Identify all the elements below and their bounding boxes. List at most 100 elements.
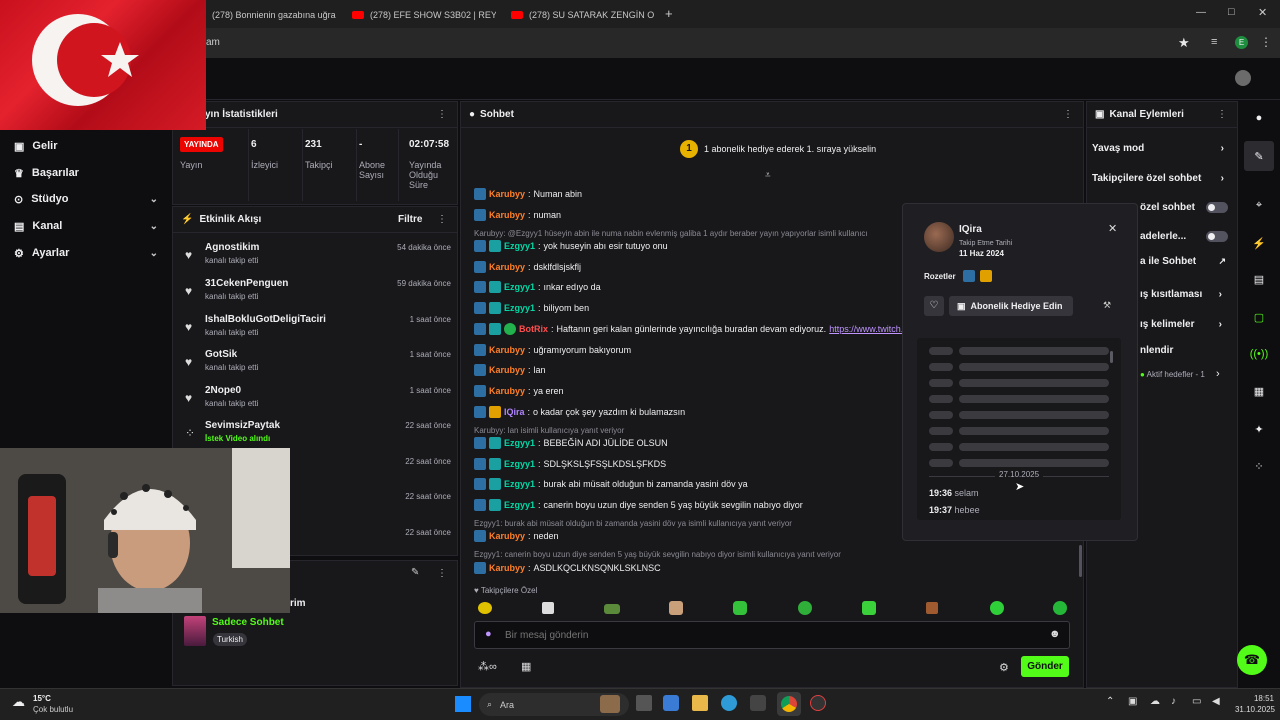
chat-scrollbar[interactable] bbox=[1079, 545, 1082, 577]
action-followers-only[interactable]: Takipçilere özel sohbet › bbox=[1092, 165, 1230, 191]
browser-tab[interactable]: (278) SU SATARAK ZENGİN OL✕ bbox=[505, 4, 655, 26]
reply-context[interactable]: Ezgyy1: canerin boyu uzun diye senden 5 … bbox=[474, 550, 904, 559]
action-row[interactable]: a ile Sohbet ↗ bbox=[1140, 248, 1228, 274]
chat-username[interactable]: Ezgyy1 bbox=[504, 500, 535, 510]
network-icon[interactable]: ▭ bbox=[1192, 696, 1201, 707]
emote-icon[interactable] bbox=[926, 602, 938, 614]
info-icon[interactable]: ● bbox=[1244, 103, 1274, 133]
chat-message[interactable]: Karubyy: neden bbox=[474, 529, 904, 543]
chat-link[interactable]: https://www.twitch.tv bbox=[829, 324, 904, 334]
emote-icon[interactable] bbox=[862, 601, 876, 615]
store-icon[interactable]: ▦ bbox=[521, 660, 531, 673]
chat-username[interactable]: BotRix bbox=[519, 324, 548, 334]
nav-item-basarilar[interactable]: ♛ Başarılar bbox=[0, 160, 172, 186]
follow-heart-button[interactable]: ♡ bbox=[924, 296, 944, 316]
toggle-switch[interactable] bbox=[1206, 230, 1228, 242]
obs-icon[interactable] bbox=[810, 695, 826, 711]
chat-username[interactable]: Karubyy bbox=[489, 563, 525, 573]
chat-username[interactable]: Ezgyy1 bbox=[504, 241, 535, 251]
chevron-right-icon[interactable]: › bbox=[1216, 368, 1220, 380]
windows-start-icon[interactable] bbox=[455, 696, 471, 712]
clock-date[interactable]: 31.10.2025 bbox=[1225, 705, 1275, 714]
action-slow-mode[interactable]: Yavaş mod › bbox=[1092, 135, 1230, 161]
chat-username[interactable]: Ezgyy1 bbox=[504, 438, 535, 448]
activity-item[interactable]: ♥ IshalBokluGotDeligiTaciri kanalı takip… bbox=[183, 312, 451, 348]
support-icon[interactable]: ☎ bbox=[1237, 645, 1267, 675]
activity-item[interactable]: ♥ Agnostikim kanalı takip etti 54 dakika… bbox=[183, 240, 451, 276]
reply-context[interactable]: Ezgyy1: burak abi müsait olduğun bi zama… bbox=[474, 519, 904, 528]
chat-message[interactable]: Karubyy: numan bbox=[474, 208, 904, 222]
edit-stream-icon[interactable]: ✎ bbox=[1244, 141, 1274, 171]
send-button[interactable]: Gönder bbox=[1021, 656, 1069, 677]
chat-message[interactable]: Ezgyy1: yok huseyin abı esir tutuyo onu bbox=[474, 239, 904, 253]
close-window-button[interactable]: ✕ bbox=[1258, 6, 1267, 19]
bookmark-star-icon[interactable]: ★ bbox=[1178, 35, 1190, 51]
chat-message[interactable]: Ezgyy1: ınkar edıyo da bbox=[474, 280, 904, 294]
browser-tab[interactable]: (278) Bonnienin gazabına uğra✕ bbox=[206, 4, 336, 26]
nav-item-ayarlar[interactable]: ⚙ Ayarlar ⌄ bbox=[0, 240, 172, 266]
more-options-icon[interactable]: ⋮ bbox=[437, 214, 447, 225]
store-app-icon[interactable] bbox=[750, 695, 766, 711]
action-row[interactable]: nlendir bbox=[1140, 337, 1228, 363]
layout-icon[interactable]: ▦ bbox=[1244, 376, 1274, 406]
chat-message[interactable]: Karubyy: Numan abin bbox=[474, 187, 904, 201]
history-scrollbar[interactable] bbox=[1110, 351, 1113, 363]
emote-icon[interactable] bbox=[478, 602, 492, 614]
mic-icon[interactable]: ● bbox=[485, 628, 492, 640]
chat-message[interactable]: Karubyy: dsklfdlsjskflj bbox=[474, 260, 904, 274]
chat-username[interactable]: Karubyy bbox=[489, 531, 525, 541]
task-view-icon[interactable] bbox=[636, 695, 652, 711]
tray-chevron-icon[interactable]: ⌃ bbox=[1106, 696, 1114, 707]
volume-icon[interactable]: ◀ bbox=[1212, 696, 1220, 707]
activity-item[interactable]: ♥ 31CekenPenguen kanalı takip etti 59 da… bbox=[183, 276, 451, 312]
mic-tray-icon[interactable]: ♪ bbox=[1171, 696, 1176, 707]
emoji-icon[interactable]: ☻ bbox=[1049, 628, 1061, 640]
browser-menu-icon[interactable]: ⋮ bbox=[1260, 35, 1272, 49]
clock-time[interactable]: 18:51 bbox=[1234, 694, 1274, 703]
pin-collapse-icon[interactable]: ⩡ bbox=[765, 170, 771, 181]
minimize-button[interactable]: — bbox=[1196, 7, 1206, 18]
chrome-taskbar-button[interactable] bbox=[777, 692, 801, 716]
edge-icon[interactable] bbox=[721, 695, 737, 711]
close-icon[interactable]: ✕ bbox=[1108, 222, 1117, 235]
emote-icon[interactable] bbox=[1053, 601, 1067, 615]
emote-icon[interactable] bbox=[604, 604, 620, 614]
filter-button[interactable]: Filtre bbox=[398, 214, 422, 225]
mod-tools-icon[interactable]: ⚒ bbox=[1103, 300, 1111, 311]
chat-username[interactable]: Karubyy bbox=[489, 345, 525, 355]
chat-username[interactable]: Karubyy bbox=[489, 262, 525, 272]
chat-bubble-icon[interactable]: ▢ bbox=[1244, 302, 1274, 332]
chat-username[interactable]: Karubyy bbox=[489, 189, 525, 199]
chat-username[interactable]: Karubyy bbox=[489, 210, 525, 220]
chat-message[interactable]: IQira: o kadar çok şey yazdım ki bulamazs… bbox=[474, 405, 904, 419]
chat-message[interactable]: Karubyy: uğramıyorum bakıyorum bbox=[474, 343, 904, 357]
emote-icon[interactable] bbox=[733, 601, 747, 615]
gift-sub-button[interactable]: ▣ Abonelik Hediye Edin bbox=[949, 296, 1073, 316]
chat-message[interactable]: Karubyy: ya eren bbox=[474, 384, 904, 398]
chat-username[interactable]: IQira bbox=[504, 407, 525, 417]
tray-app-icon[interactable]: ☁ bbox=[1150, 696, 1160, 707]
category-name[interactable]: Sadece Sohbet bbox=[212, 617, 284, 628]
tray-app-icon[interactable]: ▣ bbox=[1128, 696, 1137, 707]
chat-message[interactable]: Ezgyy1: burak abi müsait olduğun bi zaman… bbox=[474, 477, 904, 491]
nav-item-studyo[interactable]: ⊙ Stüdyo ⌄ bbox=[0, 186, 172, 212]
news-widget-icon[interactable] bbox=[600, 695, 620, 713]
browser-tab[interactable]: (278) EFE SHOW S3B02 | REYNI✕ bbox=[346, 4, 496, 26]
new-tab-button[interactable]: + bbox=[665, 6, 673, 21]
chat-message[interactable]: Ezgyy1: BEBEĞİN ADI JÜLİDE OLSUN bbox=[474, 436, 904, 450]
chat-input[interactable] bbox=[505, 625, 1035, 645]
wrench-icon[interactable]: ✦ bbox=[1244, 414, 1274, 444]
profile-avatar[interactable]: E bbox=[1235, 36, 1248, 49]
activity-item[interactable]: ♥ 2Nope0 kanalı takip etti 1 saat önce bbox=[183, 383, 451, 419]
maximize-button[interactable]: □ bbox=[1228, 6, 1235, 18]
emote-icon[interactable] bbox=[542, 602, 554, 614]
weather-temp[interactable]: 15°C bbox=[33, 694, 51, 703]
chat-username[interactable]: Ezgyy1 bbox=[504, 479, 535, 489]
emote-icon[interactable] bbox=[798, 601, 812, 615]
quick-actions-icon[interactable]: ⚡ bbox=[1244, 228, 1274, 258]
chat-username[interactable]: Ezgyy1 bbox=[504, 303, 535, 313]
chat-message[interactable]: Karubyy: lan bbox=[474, 363, 904, 377]
toggle-switch[interactable] bbox=[1206, 201, 1228, 213]
notes-icon[interactable]: ▤ bbox=[1244, 264, 1274, 294]
chat-username[interactable]: Ezgyy1 bbox=[504, 282, 535, 292]
